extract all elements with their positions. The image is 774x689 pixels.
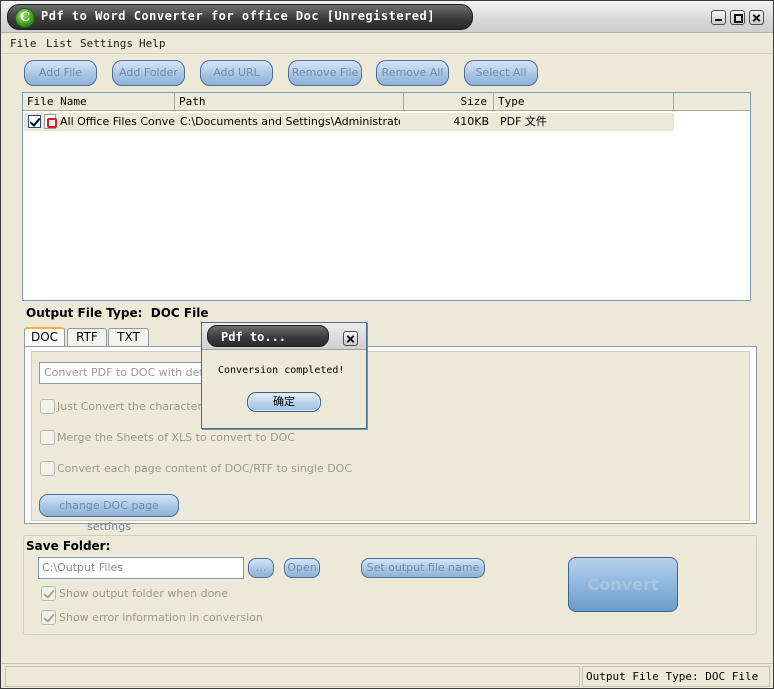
select-all-button[interactable]: Select All	[464, 60, 538, 86]
add-url-button[interactable]: Add URL	[200, 60, 273, 86]
minimize-icon	[712, 11, 725, 24]
close-icon	[750, 11, 763, 24]
doc-tab-panel: Convert PDF to DOC with default m Just C…	[24, 346, 757, 533]
cell-file-name: All Office Files Conver...	[60, 115, 176, 128]
doc-options-group: Convert PDF to DOC with default m Just C…	[31, 351, 750, 533]
status-panel-left	[5, 666, 580, 687]
option-checkbox[interactable]	[40, 430, 55, 445]
row-checkbox[interactable]	[28, 115, 41, 128]
output-file-type-value: DOC File	[150, 306, 209, 320]
output-file-type-label: Output File Type: DOC File	[26, 306, 208, 320]
menu-file[interactable]: File	[10, 37, 37, 50]
conversion-complete-dialog: Pdf to... Conversion completed! 确定	[201, 322, 367, 429]
menu-bar: File List Settings Help	[1, 34, 773, 54]
menu-settings[interactable]: Settings	[80, 37, 133, 50]
status-bar: Output File Type: DOC File	[1, 663, 773, 688]
file-list[interactable]: File Name Path Size Type All Office File…	[22, 92, 751, 301]
column-file-name[interactable]: File Name	[23, 93, 175, 111]
maximize-icon	[731, 11, 744, 24]
option-checkbox[interactable]	[40, 461, 55, 476]
tab-txt[interactable]: TXT	[108, 328, 149, 346]
option-checkbox[interactable]	[41, 586, 56, 601]
dialog-body: Conversion completed! 确定	[206, 351, 362, 426]
add-folder-button[interactable]: Add Folder	[112, 60, 185, 86]
ok-button[interactable]: 确定	[247, 392, 321, 412]
app-window: C Pdf to Word Converter for office Doc […	[0, 0, 774, 689]
column-size[interactable]: Size	[404, 93, 494, 111]
close-icon	[344, 332, 357, 345]
option-label: Show error information in conversion	[59, 611, 263, 624]
browse-button[interactable]: ...	[248, 558, 274, 578]
option-label: Convert each page content of DOC/RTF to …	[57, 462, 353, 475]
dialog-message: Conversion completed!	[218, 365, 345, 376]
table-row[interactable]: All Office Files Conver... C:\Documents …	[24, 113, 674, 131]
option-label: Show output folder when done	[59, 587, 229, 600]
output-file-type-caption: Output File Type:	[26, 306, 143, 320]
close-button[interactable]	[749, 10, 764, 25]
menu-list[interactable]: List	[46, 37, 73, 50]
column-type[interactable]: Type	[494, 93, 674, 111]
pdf-file-icon	[44, 114, 57, 129]
dialog-title: Pdf to...	[221, 330, 287, 344]
minimize-button[interactable]	[711, 10, 726, 25]
tab-rtf[interactable]: RTF	[67, 328, 107, 346]
remove-all-button[interactable]: Remove All	[376, 60, 449, 86]
option-label: Merge the Sheets of XLS to convert to DO…	[57, 431, 295, 444]
open-folder-button[interactable]: Open	[284, 558, 320, 578]
maximize-button[interactable]	[730, 10, 745, 25]
output-folder-input[interactable]: C:\Output Files	[38, 557, 244, 579]
cell-type: PDF 文件	[500, 115, 547, 128]
dialog-title-bar[interactable]: Pdf to...	[202, 323, 366, 350]
save-folder-label: Save Folder:	[26, 539, 111, 553]
window-title: Pdf to Word Converter for office Doc [Un…	[41, 9, 435, 23]
option-checkbox[interactable]	[40, 399, 55, 414]
cell-size: 410KB	[453, 115, 489, 128]
tab-doc[interactable]: DOC	[24, 327, 65, 347]
option-checkbox[interactable]	[41, 610, 56, 625]
title-bar[interactable]: C Pdf to Word Converter for office Doc […	[1, 1, 773, 33]
convert-button[interactable]: Convert	[568, 557, 678, 612]
add-file-button[interactable]: Add File	[24, 60, 97, 86]
dialog-close-button[interactable]	[343, 331, 358, 346]
change-page-settings-button[interactable]: change DOC page settings	[39, 494, 179, 533]
set-output-name-button[interactable]: Set output file name	[361, 558, 485, 578]
remove-file-button[interactable]: Remove File	[288, 60, 362, 86]
app-logo-icon: C	[15, 8, 35, 28]
status-output-type: Output File Type: DOC File	[582, 666, 770, 687]
menu-help[interactable]: Help	[139, 37, 166, 50]
file-list-header: File Name Path Size Type	[23, 93, 750, 111]
cell-path: C:\Documents and Settings\Administrator\…	[180, 115, 400, 128]
column-path[interactable]: Path	[175, 93, 404, 111]
